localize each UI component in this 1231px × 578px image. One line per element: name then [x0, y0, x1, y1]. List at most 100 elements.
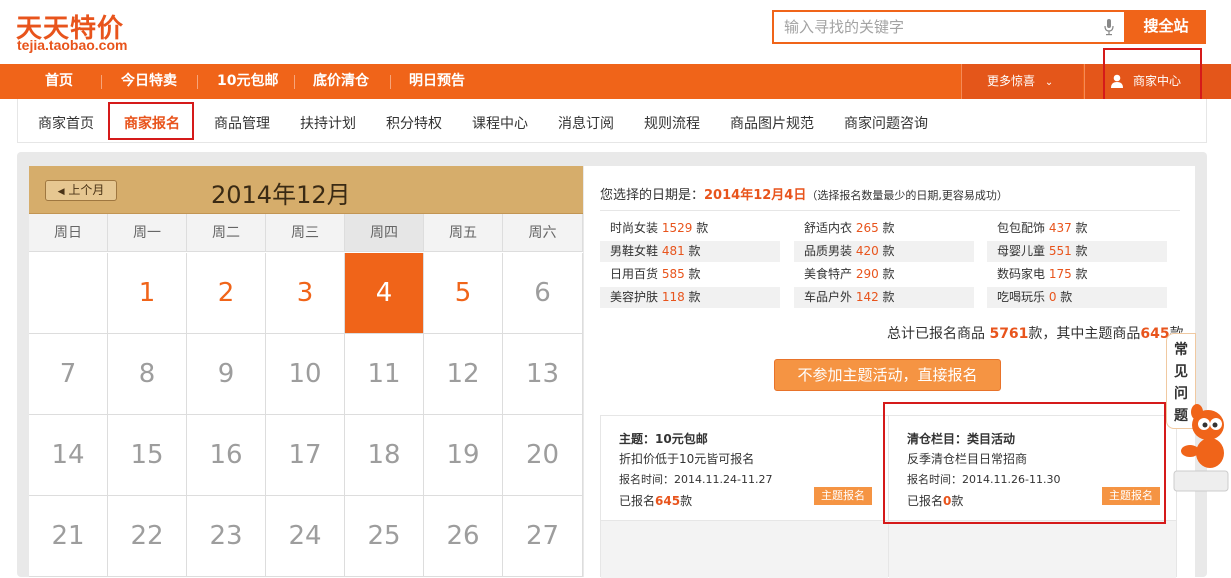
category-count: 265	[856, 221, 879, 235]
nav-item-tomorrow[interactable]: 明日预告	[409, 64, 465, 99]
category-unit: 款	[685, 290, 701, 304]
subnav-subscriptions[interactable]: 消息订阅	[558, 113, 614, 133]
category-item[interactable]: 美容护肤 118 款	[600, 287, 780, 308]
category-unit: 款	[692, 221, 708, 235]
category-name: 母婴儿童	[997, 244, 1049, 258]
subnav-rules[interactable]: 规则流程	[644, 113, 700, 133]
weekday-header: 周三	[266, 214, 345, 252]
category-item[interactable]: 男鞋女鞋 481 款	[600, 241, 780, 262]
subnav-product-management[interactable]: 商品管理	[214, 113, 270, 133]
total-count: 5761	[989, 326, 1028, 342]
calendar-day[interactable]: 1	[108, 253, 187, 334]
total-mid: 款，其中主题商品	[1028, 326, 1140, 342]
weekday-header: 周日	[29, 214, 108, 252]
prev-month-button[interactable]: ◀ 上个月	[45, 180, 117, 201]
calendar-day[interactable]: 20	[503, 415, 583, 496]
subnav-points[interactable]: 积分特权	[386, 113, 442, 133]
header: 天天特价 tejia.taobao.com 搜全站	[0, 0, 1231, 64]
category-count: 481	[662, 244, 685, 258]
calendar-day[interactable]: 7	[29, 334, 108, 415]
category-item[interactable]: 时尚女装 1529 款	[600, 218, 780, 239]
more-surprises-label: 更多惊喜	[987, 74, 1035, 88]
logo-url[interactable]: tejia.taobao.com	[17, 37, 127, 53]
weekday-header: 周六	[503, 214, 583, 252]
calendar-day[interactable]: 27	[503, 496, 583, 577]
highlight-box	[108, 102, 194, 140]
subnav-image-specs[interactable]: 商品图片规范	[730, 113, 814, 133]
theme-card-footer	[889, 520, 1176, 578]
subnav-merchant-home[interactable]: 商家首页	[38, 113, 94, 133]
calendar-day[interactable]: 4	[345, 253, 424, 334]
calendar-day[interactable]: 21	[29, 496, 108, 577]
calendar-header: ◀ 上个月 2014年12月	[29, 166, 583, 214]
nav-item-today[interactable]: 今日特卖	[121, 64, 177, 99]
calendar-day[interactable]: 26	[424, 496, 503, 577]
calendar-day[interactable]: 24	[266, 496, 345, 577]
search-input[interactable]	[774, 12, 1074, 42]
category-count: 437	[1049, 221, 1072, 235]
category-item[interactable]: 舒适内衣 265 款	[794, 218, 974, 239]
calendar-day[interactable]: 13	[503, 334, 583, 415]
nav-item-10yuan[interactable]: 10元包邮	[217, 64, 278, 99]
category-unit: 款	[879, 244, 895, 258]
category-name: 美食特产	[804, 267, 856, 281]
nav-item-home[interactable]: 首页	[45, 64, 73, 99]
category-item[interactable]: 数码家电 175 款	[987, 264, 1167, 285]
subnav-faq[interactable]: 商家问题咨询	[844, 113, 928, 133]
category-count: 585	[662, 267, 685, 281]
category-item[interactable]: 包包配饰 437 款	[987, 218, 1167, 239]
calendar-day[interactable]: 16	[187, 415, 266, 496]
calendar-day[interactable]: 12	[424, 334, 503, 415]
category-item[interactable]: 车品户外 142 款	[794, 287, 974, 308]
category-item[interactable]: 美食特产 290 款	[794, 264, 974, 285]
category-item[interactable]: 母婴儿童 551 款	[987, 241, 1167, 262]
calendar-day[interactable]: 5	[424, 253, 503, 334]
subnav-courses[interactable]: 课程中心	[472, 113, 528, 133]
nav-item-clearance[interactable]: 底价清仓	[313, 64, 369, 99]
theme-card: 主题：10元包邮 折扣价低于10元皆可报名 报名时间：2014.11.24-11…	[600, 415, 889, 577]
calendar-day[interactable]: 11	[345, 334, 424, 415]
weekday-header: 周二	[187, 214, 266, 252]
signed-count: 645	[655, 494, 680, 508]
total-summary: 总计已报名商品 5761款，其中主题商品645款	[887, 323, 1184, 343]
more-surprises-menu[interactable]: 更多惊喜 ⌄	[961, 64, 1083, 99]
search-button[interactable]: 搜全站	[1126, 10, 1206, 44]
calendar-day[interactable]: 10	[266, 334, 345, 415]
direct-signup-button[interactable]: 不参加主题活动，直接报名	[774, 359, 1001, 391]
nav-divider	[390, 75, 391, 89]
category-count: 142	[856, 290, 879, 304]
calendar-day[interactable]: 15	[108, 415, 187, 496]
category-item[interactable]: 吃喝玩乐 0 款	[987, 287, 1167, 308]
category-unit: 款	[1056, 290, 1072, 304]
theme-signup-button[interactable]: 主题报名	[814, 487, 872, 505]
subnav-support-plan[interactable]: 扶持计划	[300, 113, 356, 133]
category-name: 日用百货	[610, 267, 662, 281]
category-name: 舒适内衣	[804, 221, 856, 235]
category-unit: 款	[1072, 221, 1088, 235]
category-name: 吃喝玩乐	[997, 290, 1049, 304]
calendar-day[interactable]: 9	[187, 334, 266, 415]
mascot-icon[interactable]	[1172, 403, 1230, 495]
signed-prefix: 已报名	[619, 494, 655, 508]
microphone-icon[interactable]	[1104, 19, 1114, 36]
theme-title: 主题：10元包邮	[619, 432, 708, 446]
calendar-day[interactable]: 23	[187, 496, 266, 577]
calendar-day[interactable]: 17	[266, 415, 345, 496]
calendar-day[interactable]: 3	[266, 253, 345, 334]
category-name: 美容护肤	[610, 290, 662, 304]
calendar-day[interactable]: 2	[187, 253, 266, 334]
calendar-day[interactable]: 22	[108, 496, 187, 577]
calendar-day[interactable]: 25	[345, 496, 424, 577]
calendar-day[interactable]: 6	[503, 253, 583, 334]
category-item[interactable]: 日用百货 585 款	[600, 264, 780, 285]
calendar-day[interactable]: 19	[424, 415, 503, 496]
category-item[interactable]: 品质男装 420 款	[794, 241, 974, 262]
category-count: 175	[1049, 267, 1072, 281]
calendar-day[interactable]: 18	[345, 415, 424, 496]
calendar-day[interactable]: 14	[29, 415, 108, 496]
search-box	[772, 10, 1126, 44]
selected-date-value: 2014年12月4日	[704, 188, 806, 203]
calendar: ◀ 上个月 2014年12月 周日周一周二周三周四周五周六12345678910…	[29, 166, 583, 577]
category-unit: 款	[685, 267, 701, 281]
calendar-day[interactable]: 8	[108, 334, 187, 415]
